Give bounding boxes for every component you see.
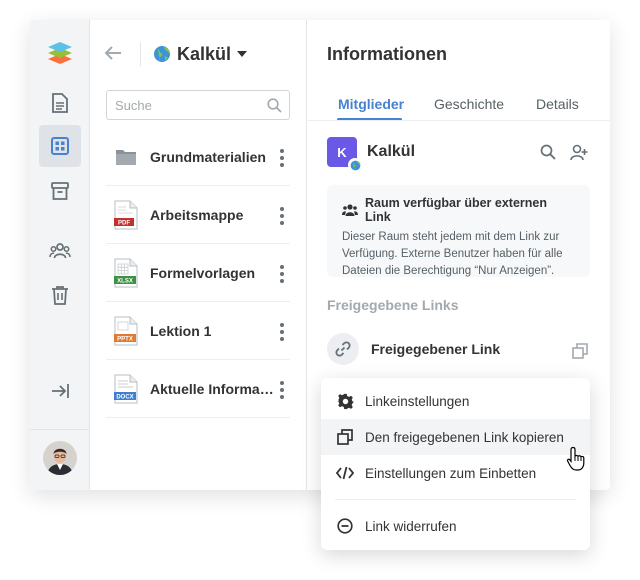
- left-rail: [30, 20, 90, 490]
- file-name: Aktuelle Informationen: [150, 380, 276, 397]
- row-menu-icon[interactable]: [280, 265, 284, 283]
- globe-icon: [348, 158, 362, 172]
- rail-divider: [30, 429, 90, 430]
- row-menu-icon[interactable]: [280, 207, 284, 225]
- list-item[interactable]: Grundmaterialien: [106, 128, 290, 186]
- menu-item-label: Einstellungen zum Einbetten: [365, 465, 537, 481]
- copy-link-icon[interactable]: [572, 343, 588, 364]
- back-arrow-icon[interactable]: [104, 45, 122, 66]
- tab-details[interactable]: Details: [536, 96, 579, 120]
- list-item[interactable]: DOCX Aktuelle Informationen: [106, 360, 290, 418]
- list-item[interactable]: PPTX Lektion 1: [106, 302, 290, 360]
- info-title: Informationen: [327, 44, 447, 64]
- pdf-file-icon: PDF: [112, 199, 140, 231]
- hand-cursor-icon: [566, 446, 588, 477]
- contacts-icon[interactable]: [39, 230, 81, 272]
- folder-icon: [112, 141, 140, 173]
- svg-text:PPTX: PPTX: [117, 336, 133, 342]
- header-divider: [140, 42, 141, 66]
- svg-text:DOCX: DOCX: [116, 394, 133, 400]
- gear-icon: [336, 392, 354, 410]
- menu-item-label: Linkeinstellungen: [365, 393, 470, 409]
- room-title[interactable]: Kalkül: [153, 42, 248, 66]
- search-icon[interactable]: [267, 98, 282, 118]
- svg-text:PDF: PDF: [118, 220, 130, 226]
- add-user-icon[interactable]: [570, 144, 588, 166]
- pptx-file-icon: PPTX: [112, 315, 140, 347]
- shared-links-heading: Freigegebene Links: [327, 297, 459, 313]
- trash-icon[interactable]: [39, 274, 81, 316]
- notice-body: Dieser Raum steht jedem mit dem Link zur…: [342, 231, 563, 277]
- file-name: Formelvorlagen: [150, 264, 256, 281]
- avatar[interactable]: [43, 441, 77, 475]
- external-link-notice: Raum verfügbar über externen Link Dieser…: [327, 185, 590, 277]
- svg-text:XLSX: XLSX: [117, 278, 133, 284]
- link-icon: [327, 333, 359, 365]
- row-menu-icon[interactable]: [280, 381, 284, 399]
- logout-icon[interactable]: [39, 370, 81, 412]
- archive-icon[interactable]: [39, 170, 81, 212]
- room-initial: K: [337, 144, 347, 160]
- documents-icon[interactable]: [39, 82, 81, 124]
- tab-members[interactable]: Mitglieder: [338, 96, 404, 120]
- tabs-divider: [308, 120, 610, 121]
- notice-title: Raum verfügbar über externen Link: [365, 196, 547, 224]
- file-name: Arbeitsmappe: [150, 206, 244, 223]
- app-logo[interactable]: [46, 38, 74, 66]
- row-menu-icon[interactable]: [280, 323, 284, 341]
- menu-item-link-settings[interactable]: Linkeinstellungen: [321, 383, 590, 419]
- menu-divider: [335, 499, 576, 500]
- menu-item-label: Den freigegebenen Link kopieren: [365, 429, 564, 445]
- menu-item-revoke-link[interactable]: Link widerrufen: [321, 508, 590, 544]
- file-panel: Kalkül Grundmaterialien PDF Arbeitsmappe: [90, 20, 307, 490]
- docx-file-icon: DOCX: [112, 373, 140, 405]
- file-name: Grundmaterialien: [150, 148, 266, 165]
- menu-item-embed-settings[interactable]: Einstellungen zum Einbetten: [321, 455, 590, 491]
- list-item[interactable]: XLSX Formelvorlagen: [106, 244, 290, 302]
- rooms-icon[interactable]: [39, 125, 81, 167]
- menu-item-label: Link widerrufen: [365, 518, 457, 534]
- caret-down-icon: [237, 51, 248, 57]
- revoke-icon: [336, 517, 354, 535]
- menu-item-copy-link[interactable]: Den freigegebenen Link kopieren: [321, 419, 590, 455]
- shared-link-name: Freigegebener Link: [371, 341, 501, 357]
- tab-history[interactable]: Geschichte: [434, 96, 504, 120]
- search-icon[interactable]: [540, 144, 556, 165]
- room-badge: K: [327, 137, 362, 172]
- xlsx-file-icon: XLSX: [112, 257, 140, 289]
- row-menu-icon[interactable]: [280, 149, 284, 167]
- link-context-menu: Linkeinstellungen Den freigegebenen Link…: [321, 378, 590, 550]
- room-name: Kalkül: [367, 143, 416, 160]
- people-icon: [342, 203, 358, 217]
- globe-icon: [153, 45, 171, 63]
- code-icon: [336, 464, 354, 482]
- list-item[interactable]: PDF Arbeitsmappe: [106, 186, 290, 244]
- file-name: Lektion 1: [150, 322, 212, 339]
- search-input[interactable]: [107, 91, 257, 119]
- room-title-label: Kalkül: [177, 43, 232, 64]
- search-box: [106, 90, 290, 120]
- copy-icon: [336, 428, 354, 446]
